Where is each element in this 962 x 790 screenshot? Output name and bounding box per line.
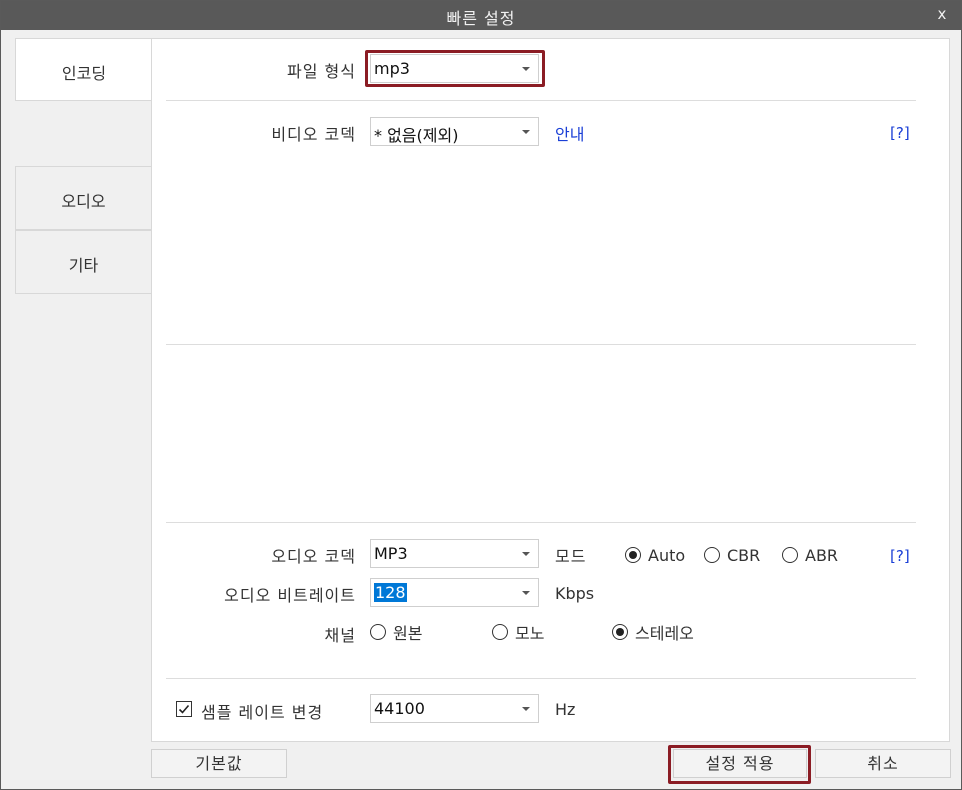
chevron-down-icon	[522, 591, 530, 595]
file-format-highlight	[365, 50, 545, 87]
radio-label: 원본	[393, 624, 423, 643]
channel-original-radio[interactable]: 원본	[370, 622, 423, 643]
chevron-down-icon	[522, 130, 530, 134]
radio-unselected-icon	[704, 547, 720, 563]
sample-rate-checkbox[interactable]	[176, 701, 192, 717]
audio-codec-label: 오디오 코덱	[271, 547, 356, 566]
divider	[166, 100, 916, 101]
mode-abr-radio[interactable]: ABR	[782, 545, 838, 565]
quick-settings-dialog: 빠른 설정 x 인코딩 오디오 기타 파일 형식 mp3 비디오 코덱 * 없음…	[0, 0, 962, 790]
audio-bitrate-unit: Kbps	[555, 584, 595, 603]
radio-label: 모노	[515, 624, 545, 643]
sample-rate-label[interactable]: 샘플 레이트 변경	[201, 699, 323, 723]
cancel-button[interactable]: 취소	[815, 749, 951, 778]
mode-label: 모드	[555, 547, 587, 566]
audio-codec-help-link[interactable]: [?]	[890, 547, 910, 565]
tab-other[interactable]: 기타	[15, 230, 152, 294]
close-button[interactable]: x	[933, 5, 951, 25]
video-codec-value: * 없음(제외)	[374, 126, 459, 145]
tab-audio[interactable]: 오디오	[15, 166, 152, 230]
window-title: 빠른 설정	[446, 9, 516, 28]
file-format-label: 파일 형식	[287, 62, 356, 81]
audio-bitrate-select[interactable]: 128	[370, 578, 539, 607]
radio-unselected-icon	[782, 547, 798, 563]
radio-label: CBR	[727, 545, 761, 565]
tab-encoding[interactable]: 인코딩	[15, 38, 152, 101]
apply-button-highlight	[668, 745, 811, 784]
divider	[166, 344, 916, 345]
checkmark-icon	[178, 704, 190, 714]
sample-rate-select[interactable]: 44100	[370, 694, 539, 723]
chevron-down-icon	[522, 707, 530, 711]
divider	[166, 678, 916, 679]
radio-unselected-icon	[370, 624, 386, 640]
audio-bitrate-label: 오디오 비트레이트	[224, 586, 356, 605]
video-codec-label: 비디오 코덱	[271, 125, 356, 144]
tab-label: 오디오	[61, 192, 106, 211]
radio-selected-icon	[625, 547, 641, 563]
audio-bitrate-value[interactable]: 128	[374, 583, 407, 602]
radio-label: ABR	[805, 545, 839, 565]
tab-label: 기타	[68, 256, 99, 275]
video-codec-help-link[interactable]: [?]	[890, 124, 910, 142]
radio-label: 스테레오	[635, 624, 694, 643]
title-bar[interactable]: 빠른 설정 x	[1, 1, 961, 30]
tab-label: 인코딩	[61, 64, 107, 83]
channel-mono-radio[interactable]: 모노	[492, 622, 545, 643]
divider	[166, 522, 916, 523]
radio-label: Auto	[648, 545, 686, 565]
audio-codec-value: MP3	[374, 544, 408, 563]
video-codec-guide-link[interactable]: 안내	[555, 121, 584, 145]
sample-rate-value: 44100	[374, 699, 425, 718]
chevron-down-icon	[522, 552, 530, 556]
video-codec-select[interactable]: * 없음(제외)	[370, 117, 539, 146]
radio-selected-icon	[612, 624, 628, 640]
channel-label: 채널	[324, 626, 356, 645]
radio-unselected-icon	[492, 624, 508, 640]
mode-auto-radio[interactable]: Auto	[625, 545, 685, 565]
channel-stereo-radio[interactable]: 스테레오	[612, 622, 694, 643]
audio-codec-select[interactable]: MP3	[370, 539, 539, 568]
sample-rate-unit: Hz	[555, 700, 576, 719]
mode-cbr-radio[interactable]: CBR	[704, 545, 760, 565]
default-button[interactable]: 기본값	[151, 749, 287, 778]
